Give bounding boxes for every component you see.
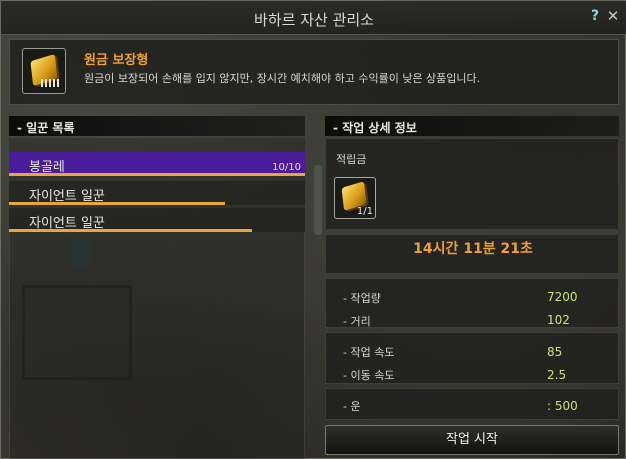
reward-label: 적립금 <box>336 153 367 166</box>
worker-row[interactable]: 봉골레 10/10 <box>9 152 305 176</box>
close-icon[interactable]: ✕ <box>604 7 622 25</box>
stat-label-distance: - 거리 <box>343 315 371 328</box>
product-name: 원금 보장형 <box>84 53 149 68</box>
worker-list-empty-area <box>9 231 305 459</box>
stat-label-luck: - 운 <box>343 400 361 413</box>
window-title: 바하르 자산 관리소 <box>254 11 374 29</box>
start-work-button[interactable]: 작업 시작 <box>325 425 619 455</box>
stat-value-work-speed: 85 <box>547 345 563 359</box>
stat-label-move-speed: - 이동 속도 <box>343 369 395 382</box>
stat-value-luck: : 500 <box>547 399 578 413</box>
worker-stamina-bar <box>9 173 305 176</box>
gold-bar-icon[interactable]: 1/1 <box>334 177 376 219</box>
detail-header: - 작업 상세 정보 <box>325 116 619 136</box>
product-description-panel: 원금 보장형 원금이 보장되어 손해를 입지 않지만, 장시간 예치해야 하고 … <box>9 39 619 105</box>
product-description: 원금이 보장되어 손해를 입지 않지만, 장시간 예치해야 하고 수익률이 낮은… <box>84 72 481 85</box>
title-bar[interactable]: 바하르 자산 관리소 ? ✕ <box>1 1 626 35</box>
worker-row[interactable]: 자이언트 일꾼 <box>9 208 305 232</box>
gold-bar-icon <box>22 48 66 94</box>
time-remaining: 14시간 11분 21초 <box>413 241 533 257</box>
worker-stamina-bar <box>9 229 252 232</box>
stat-label-work-speed: - 작업 속도 <box>343 346 395 359</box>
help-icon[interactable]: ? <box>586 7 604 25</box>
stat-value-move-speed: 2.5 <box>547 368 567 382</box>
stat-label-workload: - 작업량 <box>343 292 381 305</box>
stat-value-distance: 102 <box>547 313 570 327</box>
worker-count: 10/10 <box>272 162 301 173</box>
worker-list-scrollbar[interactable] <box>314 165 322 235</box>
worker-row[interactable]: 자이언트 일꾼 <box>9 181 305 205</box>
stat-value-workload: 7200 <box>547 290 578 304</box>
worker-stamina-bar <box>9 202 226 205</box>
worker-list-header: - 일꾼 목록 <box>9 116 305 136</box>
asset-manager-window: 바하르 자산 관리소 ? ✕ 원금 보장형 원금이 보장되어 손해를 입지 않지… <box>0 0 626 459</box>
reward-quantity: 1/1 <box>356 206 373 217</box>
